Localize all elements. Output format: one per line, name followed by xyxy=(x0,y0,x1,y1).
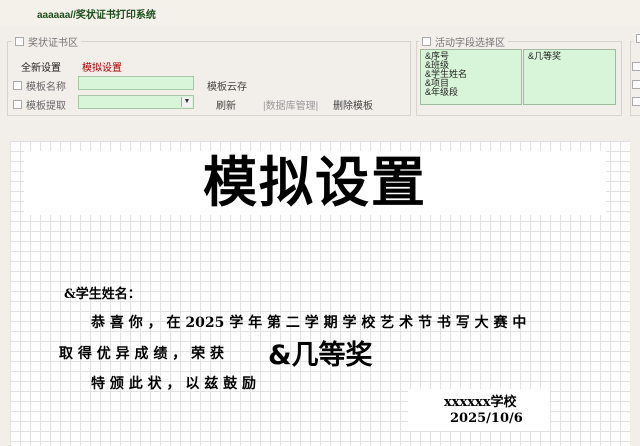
reset-settings-button[interactable]: 全新设置 xyxy=(21,59,61,74)
title-bar: aaaaaa//奖状证书打印系统 xyxy=(0,0,640,26)
save-template-button[interactable]: 模板云存 xyxy=(207,78,247,93)
student-name-field[interactable]: &学生姓名： xyxy=(64,283,141,302)
template-fetch-checkbox[interactable] xyxy=(13,100,22,109)
chevron-down-icon[interactable]: ▼ xyxy=(181,97,192,107)
list-item[interactable]: &年级段 xyxy=(425,88,517,97)
school-name[interactable]: xxxxxx学校 xyxy=(444,391,517,410)
certificate-date[interactable]: 2025/10/6 xyxy=(450,411,523,426)
refresh-button[interactable]: 刷新 xyxy=(216,97,236,112)
template-name-label: 模板名称 xyxy=(26,82,66,93)
award-field[interactable]: &几等奖 xyxy=(268,333,373,372)
group-checkbox[interactable] xyxy=(15,37,24,46)
award-listbox[interactable]: &几等奖 xyxy=(523,49,616,105)
group-caption: 奖状证书区 xyxy=(12,34,81,49)
template-name-checkbox[interactable] xyxy=(13,81,22,90)
fields-listbox[interactable]: &序号 &班级 &学生姓名 &项目 &年级段 xyxy=(420,49,522,105)
app-title: aaaaaa//奖状证书打印系统 xyxy=(37,10,156,21)
group-caption-label: 奖状证书区 xyxy=(28,38,78,49)
certificate-title[interactable]: 模拟设置 xyxy=(24,151,606,215)
delete-template-button[interactable]: 删除模板 xyxy=(333,97,373,112)
field-group-checkbox[interactable] xyxy=(422,37,431,46)
template-fetch-label: 模板提取 xyxy=(26,101,66,112)
database-manage-button[interactable]: |数据库管理| xyxy=(263,97,318,112)
template-name-row: 模板名称 xyxy=(13,78,66,93)
clipped-group-caption xyxy=(633,34,640,43)
template-fetch-dropdown[interactable]: ▼ xyxy=(78,95,194,109)
side-checkbox[interactable] xyxy=(632,97,640,106)
certificate-line-3[interactable]: 特 颁 此 状 ， 以 兹 鼓 励 xyxy=(91,373,256,393)
simulate-settings-button[interactable]: 模拟设置 xyxy=(82,59,122,74)
side-checkbox[interactable] xyxy=(632,62,640,71)
template-name-input[interactable] xyxy=(78,76,194,90)
field-group-caption: 活动字段选择区 xyxy=(419,34,508,49)
clipped-group-checkbox[interactable] xyxy=(636,34,640,43)
certificate-line-1[interactable]: 恭 喜 你 ， 在 2025 学 年 第 二 学 期 学 校 艺 术 节 书 写… xyxy=(91,312,526,332)
template-fetch-row: 模板提取 xyxy=(13,97,66,112)
certificate-line-2[interactable]: 取 得 优 异 成 绩 ， 荣 获 xyxy=(59,343,224,363)
side-checkbox[interactable] xyxy=(632,80,640,89)
field-group-caption-label: 活动字段选择区 xyxy=(435,38,505,49)
list-item[interactable]: &几等奖 xyxy=(528,52,611,61)
